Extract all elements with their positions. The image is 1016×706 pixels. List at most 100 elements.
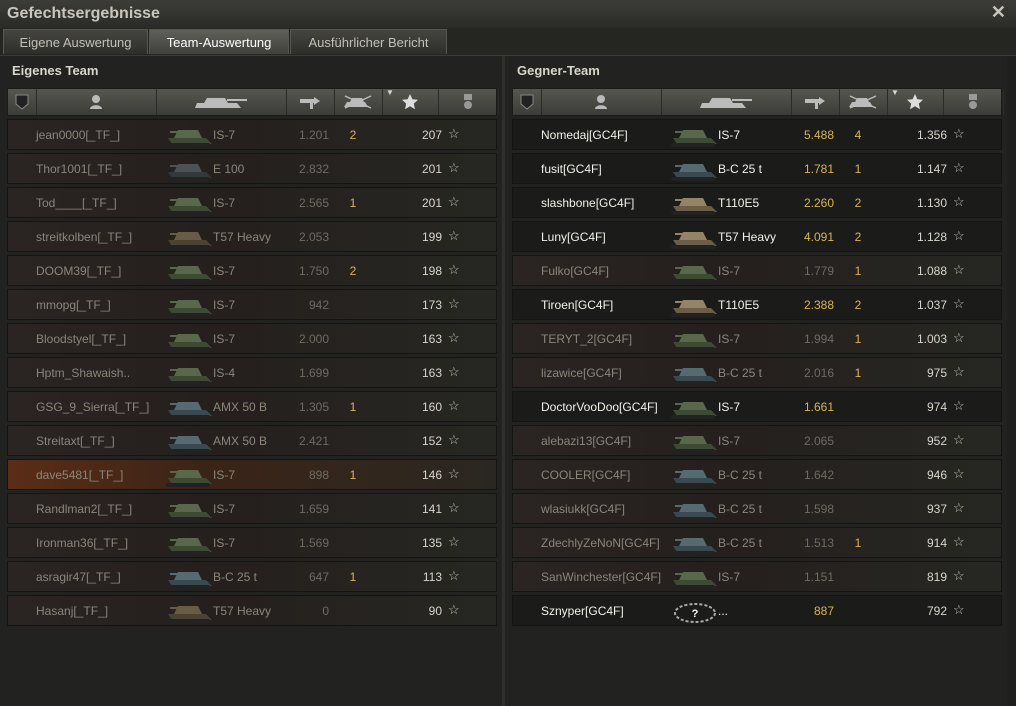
close-icon[interactable]: ✕ (991, 2, 1006, 23)
enemy-team-header: ▼ (512, 88, 1004, 116)
player-row[interactable]: GSG_9_Sierra[_TF_] AMX 50 B 1.305 1 160 ☆ (7, 391, 497, 422)
player-name: Luny[GC4F] (541, 230, 606, 244)
player-name: wlasiukk[GC4F] (541, 502, 626, 516)
player-row[interactable]: DoctorVooDoo[GC4F] IS-7 1.661 974 ☆ (512, 391, 1002, 422)
xp-value: 937 (926, 502, 947, 516)
tank-name: IS-7 (213, 502, 236, 516)
tank-name: ... (718, 604, 729, 618)
player-row[interactable]: wlasiukk[GC4F] B-C 25 t 1.598 937 ☆ (512, 493, 1002, 524)
tank-icon (164, 189, 216, 217)
xp-value: 173 (421, 298, 442, 312)
player-row[interactable]: jean0000[_TF_] IS-7 1.201 2 207 ☆ (7, 119, 497, 150)
xp-star-icon: ☆ (448, 194, 460, 209)
column-header-kills[interactable] (839, 89, 888, 115)
player-name: mmopg[_TF_] (36, 298, 111, 312)
tank-icon (164, 393, 216, 421)
xp-star-icon: ☆ (448, 228, 460, 243)
player-name: Fulko[GC4F] (541, 264, 610, 278)
player-row[interactable]: Sznyper[GC4F]?... 887 792 ☆ (512, 595, 1002, 626)
player-row[interactable]: fusit[GC4F] B-C 25 t 1.781 1 1.147 ☆ (512, 153, 1002, 184)
player-row[interactable]: Fulko[GC4F] IS-7 1.779 1 1.088 ☆ (512, 255, 1002, 286)
player-row[interactable]: COOLER[GC4F] B-C 25 t 1.642 946 ☆ (512, 459, 1002, 490)
tab-own-evaluation[interactable]: Eigene Auswertung (3, 29, 148, 54)
player-row[interactable]: Luny[GC4F] T57 Heavy 4.091 2 1.128 ☆ (512, 221, 1002, 252)
own-team-rows: jean0000[_TF_] IS-7 1.201 2 207 ☆ Thor1001[_TF… (7, 119, 497, 629)
player-row[interactable]: streitkolben[_TF_] T57 Heavy 2.053 199 ☆ (7, 221, 497, 252)
player-row[interactable]: Tiroen[GC4F] T110E5 2.388 2 1.037 ☆ (512, 289, 1002, 320)
tank-name: B-C 25 t (213, 570, 258, 584)
tab-team-evaluation[interactable]: Team-Auswertung (149, 29, 289, 54)
kills-value: 1 (854, 264, 862, 278)
xp-star-icon: ☆ (448, 500, 460, 515)
column-header-vehicle-type[interactable] (513, 89, 542, 115)
player-row[interactable]: alebazi13[GC4F] IS-7 2.065 952 ☆ (512, 425, 1002, 456)
column-header-damage[interactable] (791, 89, 840, 115)
xp-star-icon: ☆ (448, 296, 460, 311)
player-row[interactable]: Hasanj[_TF_] T57 Heavy 0 90 ☆ (7, 595, 497, 626)
player-row[interactable]: Nomedaj[GC4F] IS-7 5.488 4 1.356 ☆ (512, 119, 1002, 150)
player-row[interactable]: Tod____[_TF_] IS-7 2.565 1 201 ☆ (7, 187, 497, 218)
tank-icon (669, 427, 721, 455)
column-header-xp-star[interactable]: ▼ (887, 88, 944, 115)
tank-icon (669, 461, 721, 489)
column-header-xp-star[interactable]: ▼ (382, 88, 439, 115)
player-row[interactable]: ZdechlyZeNoN[GC4F] B-C 25 t 1.513 1 914 ☆ (512, 527, 1002, 558)
player-row[interactable]: Thor1001[_TF_] E 100 2.832 201 ☆ (7, 153, 497, 184)
column-header-vehicle-type[interactable] (8, 89, 37, 115)
column-header-damage[interactable] (286, 89, 335, 115)
tank-icon (669, 495, 721, 523)
own-team-title: Eigenes Team (12, 63, 99, 78)
tank-icon (669, 359, 721, 387)
player-row[interactable]: slashbone[GC4F] T110E5 2.260 2 1.130 ☆ (512, 187, 1002, 218)
column-header-medal[interactable] (943, 89, 1004, 115)
player-row[interactable]: Ironman36[_TF_] IS-7 1.569 135 ☆ (7, 527, 497, 558)
player-row[interactable]: Randlman2[_TF_] IS-7 1.659 141 ☆ (7, 493, 497, 524)
column-header-tank[interactable] (661, 89, 792, 115)
sort-indicator-icon: ▼ (386, 88, 394, 97)
tank-name: IS-4 (213, 366, 236, 380)
player-row[interactable]: DOOM39[_TF_] IS-7 1.750 2 198 ☆ (7, 255, 497, 286)
damage-value: 2.053 (298, 230, 329, 244)
player-row[interactable]: asragir47[_TF_] B-C 25 t 647 1 113 ☆ (7, 561, 497, 592)
xp-star-icon: ☆ (448, 126, 460, 141)
damage-value: 1.513 (803, 536, 834, 550)
player-row[interactable]: mmopg[_TF_] IS-7 942 173 ☆ (7, 289, 497, 320)
damage-value: 1.994 (803, 332, 834, 346)
damage-value: 1.750 (298, 264, 329, 278)
kills-value: 2 (349, 128, 357, 142)
player-row[interactable]: Bloodstyel[_TF_] IS-7 2.000 163 ☆ (7, 323, 497, 354)
player-row[interactable]: Streitaxt[_TF_] AMX 50 B 2.421 152 ☆ (7, 425, 497, 456)
damage-value: 4.091 (803, 230, 834, 244)
tank-icon (164, 461, 216, 489)
player-name: Thor1001[_TF_] (36, 162, 123, 176)
kills-value: 1 (854, 536, 862, 550)
player-row[interactable]: lizawice[GC4F] B-C 25 t 2.016 1 975 ☆ (512, 357, 1002, 388)
sort-indicator-icon: ▼ (891, 88, 899, 97)
player-row[interactable]: TERYT_2[GC4F] IS-7 1.994 1 1.003 ☆ (512, 323, 1002, 354)
tank-name: B-C 25 t (718, 366, 763, 380)
damage-value: 1.659 (298, 502, 329, 516)
column-header-player[interactable] (36, 89, 157, 115)
damage-value: 1.569 (298, 536, 329, 550)
xp-value: 201 (421, 162, 442, 176)
player-name: TERYT_2[GC4F] (541, 332, 633, 346)
column-header-medal[interactable] (438, 89, 499, 115)
damage-value: 1.642 (803, 468, 834, 482)
title-bar[interactable]: Gefechtsergebnisse ✕ (0, 0, 1016, 28)
player-name: Sznyper[GC4F] (541, 604, 624, 618)
tank-name: AMX 50 B (213, 434, 268, 448)
player-row[interactable]: Hptm_Shawaish.. IS-4 1.699 163 ☆ (7, 357, 497, 388)
tank-name: IS-7 (718, 570, 741, 584)
tank-name: B-C 25 t (718, 468, 763, 482)
column-header-kills[interactable] (334, 89, 383, 115)
xp-star-icon: ☆ (953, 126, 965, 141)
damage-value: 2.260 (803, 196, 834, 210)
column-header-tank[interactable] (156, 89, 287, 115)
kills-value: 2 (854, 230, 862, 244)
xp-star-icon: ☆ (448, 432, 460, 447)
kills-value: 2 (854, 196, 862, 210)
player-row[interactable]: SanWinchester[GC4F] IS-7 1.151 819 ☆ (512, 561, 1002, 592)
tab-detailed-report[interactable]: Ausführlicher Bericht (290, 29, 447, 54)
player-row[interactable]: dave5481[_TF_] IS-7 898 1 146 ☆ (7, 459, 497, 490)
column-header-player[interactable] (541, 89, 662, 115)
